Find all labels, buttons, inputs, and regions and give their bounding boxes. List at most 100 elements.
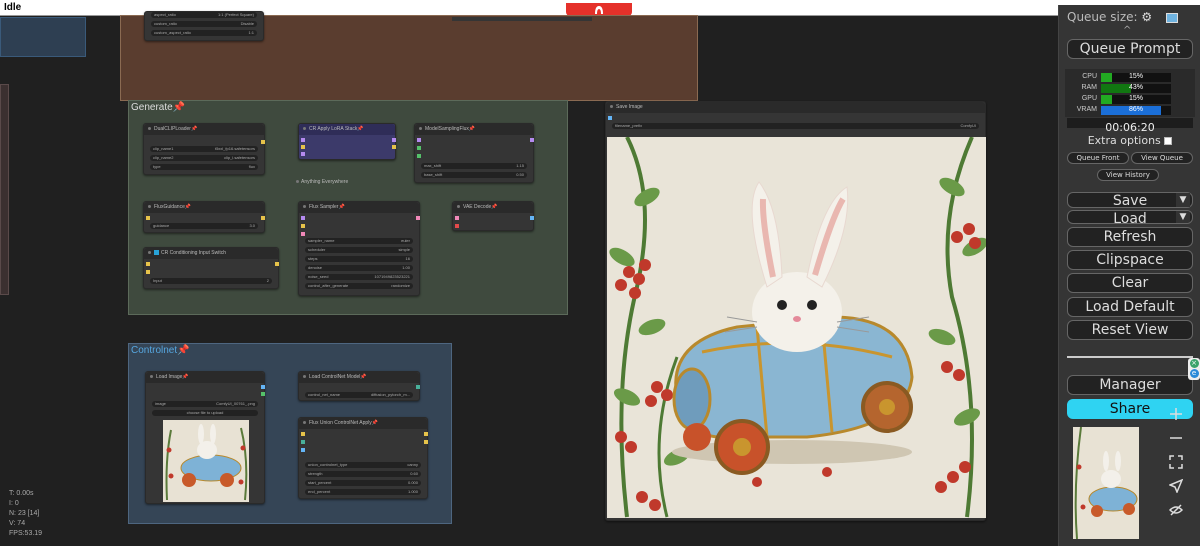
input-port[interactable] — [417, 138, 421, 142]
extra-options-row[interactable]: Extra options — [1059, 134, 1200, 147]
widget-guidance[interactable]: guidance 3.0 — [150, 223, 258, 229]
input-port[interactable] — [301, 232, 305, 236]
widget-steps[interactable]: steps 16 — [305, 256, 413, 262]
clipspace-button[interactable]: Clipspace — [1067, 250, 1193, 270]
info-icon[interactable]: e — [1189, 369, 1199, 378]
collapse-chevron-up-icon[interactable]: ^ — [1123, 25, 1131, 36]
save-dropdown-arrow-icon[interactable]: ▼ — [1176, 193, 1190, 207]
input-port[interactable] — [301, 216, 305, 220]
input-port[interactable] — [146, 262, 150, 266]
upload-button[interactable]: choose file to upload — [152, 410, 258, 416]
widget-custom-aspect-ratio[interactable]: custom_aspect_ratio 1:1 — [151, 30, 257, 36]
widget-max-shift[interactable]: max_shift 1.15 — [421, 163, 527, 169]
load-dropdown-arrow-icon[interactable]: ▼ — [1176, 211, 1190, 223]
output-port[interactable] — [530, 138, 534, 142]
output-port[interactable] — [261, 216, 265, 220]
output-port[interactable] — [392, 145, 396, 149]
widget-union-controlnet-type[interactable]: union_controlnet_type canny — [305, 462, 421, 468]
aspect-ratio-node[interactable]: aspect_ratio 1:1 (Perfect Square) custom… — [144, 11, 264, 41]
output-port[interactable] — [416, 216, 420, 220]
settings-gear-icon[interactable]: ⚙ — [1141, 10, 1152, 24]
view-queue-button[interactable]: View Queue — [1131, 152, 1193, 164]
save-image-node[interactable]: Save Image filename_prefix ComfyUI — [605, 101, 988, 521]
widget-type[interactable]: type flux — [150, 164, 258, 170]
queue-front-button[interactable]: Queue Front — [1067, 152, 1129, 164]
output-port[interactable] — [261, 140, 265, 144]
zoom-out-icon[interactable] — [1162, 426, 1190, 450]
input-port[interactable] — [301, 440, 305, 444]
zoom-in-icon[interactable] — [1162, 402, 1190, 426]
dual-clip-loader-node[interactable]: DualCLIPLoader📌 clip_name1 t5xxl_fp16.saf… — [143, 123, 265, 175]
load-button[interactable]: Load ▼ — [1067, 210, 1193, 224]
input-port[interactable] — [455, 224, 459, 228]
close-icon[interactable]: × — [1189, 359, 1199, 368]
vae-decode-node[interactable]: VAE Decode📌 — [452, 201, 534, 231]
widget-clip-name2[interactable]: clip_name2 clip_l.safetensors — [150, 155, 258, 161]
flux-guidance-node[interactable]: FluxGuidance📌 guidance 3.0 — [143, 201, 265, 233]
widget-filename-prefix[interactable]: filename_prefix ComfyUI — [612, 123, 979, 129]
widget-strength[interactable]: strength 0.60 — [305, 471, 421, 477]
widget-clip-name1[interactable]: clip_name1 t5xxl_fp16.safetensors — [150, 146, 258, 152]
queue-prompt-button[interactable]: Queue Prompt — [1067, 39, 1193, 59]
cr-conditioning-switch-node[interactable]: CR Conditioning Input Switch Input 2 — [143, 247, 279, 289]
input-port[interactable] — [301, 152, 305, 156]
output-port[interactable] — [275, 262, 279, 266]
lora-stack-node[interactable]: CR Apply LoRA Stack📌 — [298, 123, 396, 160]
load-image-node[interactable]: Load Image📌 image ComfyUI_00761_.png choo… — [145, 371, 265, 504]
input-port[interactable] — [417, 146, 421, 150]
load-default-button[interactable]: Load Default — [1067, 297, 1193, 317]
refresh-button[interactable]: Refresh — [1067, 227, 1193, 247]
input-port[interactable] — [301, 145, 305, 149]
floating-widget[interactable]: × e — [1188, 358, 1200, 380]
save-button[interactable]: Save ▼ — [1067, 192, 1193, 209]
widget-control-net-name[interactable]: control_net_name diffusion_pytorch_m... — [305, 392, 413, 398]
widget-control-after-generate[interactable]: control_after_generate randomize — [305, 283, 413, 289]
image-gallery-icon[interactable] — [1165, 12, 1178, 23]
reset-view-button[interactable]: Reset View — [1067, 320, 1193, 340]
input-port[interactable] — [608, 116, 612, 120]
queue-preview-thumbnail[interactable] — [1073, 427, 1139, 539]
output-port[interactable] — [392, 138, 396, 142]
select-tool-icon[interactable] — [1162, 474, 1190, 498]
toggle-links-visibility-icon[interactable] — [1162, 498, 1190, 522]
widget-input[interactable]: Input 2 — [150, 278, 272, 284]
widget-scheduler[interactable]: scheduler simple — [305, 247, 413, 253]
output-port[interactable] — [530, 216, 534, 220]
input-port[interactable] — [146, 216, 150, 220]
image-preview-thumbnail — [163, 420, 249, 502]
load-controlnet-model-node[interactable]: Load ControlNet Model📌 control_net_name d… — [298, 371, 420, 401]
widget-aspect-ratio[interactable]: aspect_ratio 1:1 (Perfect Square) — [151, 12, 257, 18]
extra-options-checkbox[interactable] — [1164, 137, 1173, 145]
view-history-button[interactable]: View History — [1097, 169, 1159, 181]
model-sampling-flux-node[interactable]: ModelSamplingFlux📌 max_shift 1.15 base_sh… — [414, 123, 534, 183]
output-port[interactable] — [424, 432, 428, 436]
input-port[interactable] — [455, 216, 459, 220]
input-port[interactable] — [146, 270, 150, 274]
input-port[interactable] — [417, 154, 421, 158]
node-fragment[interactable] — [452, 17, 592, 21]
output-port[interactable] — [261, 385, 265, 389]
input-port[interactable] — [301, 448, 305, 452]
widget-base-shift[interactable]: base_shift 0.50 — [421, 172, 527, 178]
widget-end-percent[interactable]: end_percent 1.000 — [305, 489, 421, 495]
input-port[interactable] — [301, 224, 305, 228]
widget-custom-ratio[interactable]: custom_ratio Disable — [151, 21, 257, 27]
widget-noise-seed[interactable]: noise_seed 1071949823523221 — [305, 274, 413, 280]
input-port[interactable] — [301, 138, 305, 142]
node-canvas[interactable]: aspect_ratio 1:1 (Perfect Square) custom… — [0, 11, 1058, 546]
widget-sampler-name[interactable]: sampler_name euler — [305, 238, 413, 244]
widget-denoise[interactable]: denoise 1.00 — [305, 265, 413, 271]
clear-button[interactable]: Clear — [1067, 273, 1193, 293]
flux-union-controlnet-apply-node[interactable]: Flux Union ControlNet Apply📌 union_contr… — [298, 417, 428, 499]
output-port[interactable] — [261, 392, 265, 396]
output-port[interactable] — [416, 385, 420, 389]
widget-start-percent[interactable]: start_percent 0.000 — [305, 480, 421, 486]
output-port[interactable] — [424, 440, 428, 444]
fit-view-icon[interactable] — [1162, 450, 1190, 474]
manager-button[interactable]: Manager — [1067, 375, 1193, 395]
window-title: Idle — [4, 2, 22, 13]
flux-sampler-node[interactable]: Flux Sampler📌 sampler_name euler schedule… — [298, 201, 420, 296]
widget-image[interactable]: image ComfyUI_00761_.png — [152, 401, 258, 407]
input-port[interactable] — [301, 432, 305, 436]
anything-everywhere-node[interactable]: Anything Everywhere — [296, 179, 366, 187]
